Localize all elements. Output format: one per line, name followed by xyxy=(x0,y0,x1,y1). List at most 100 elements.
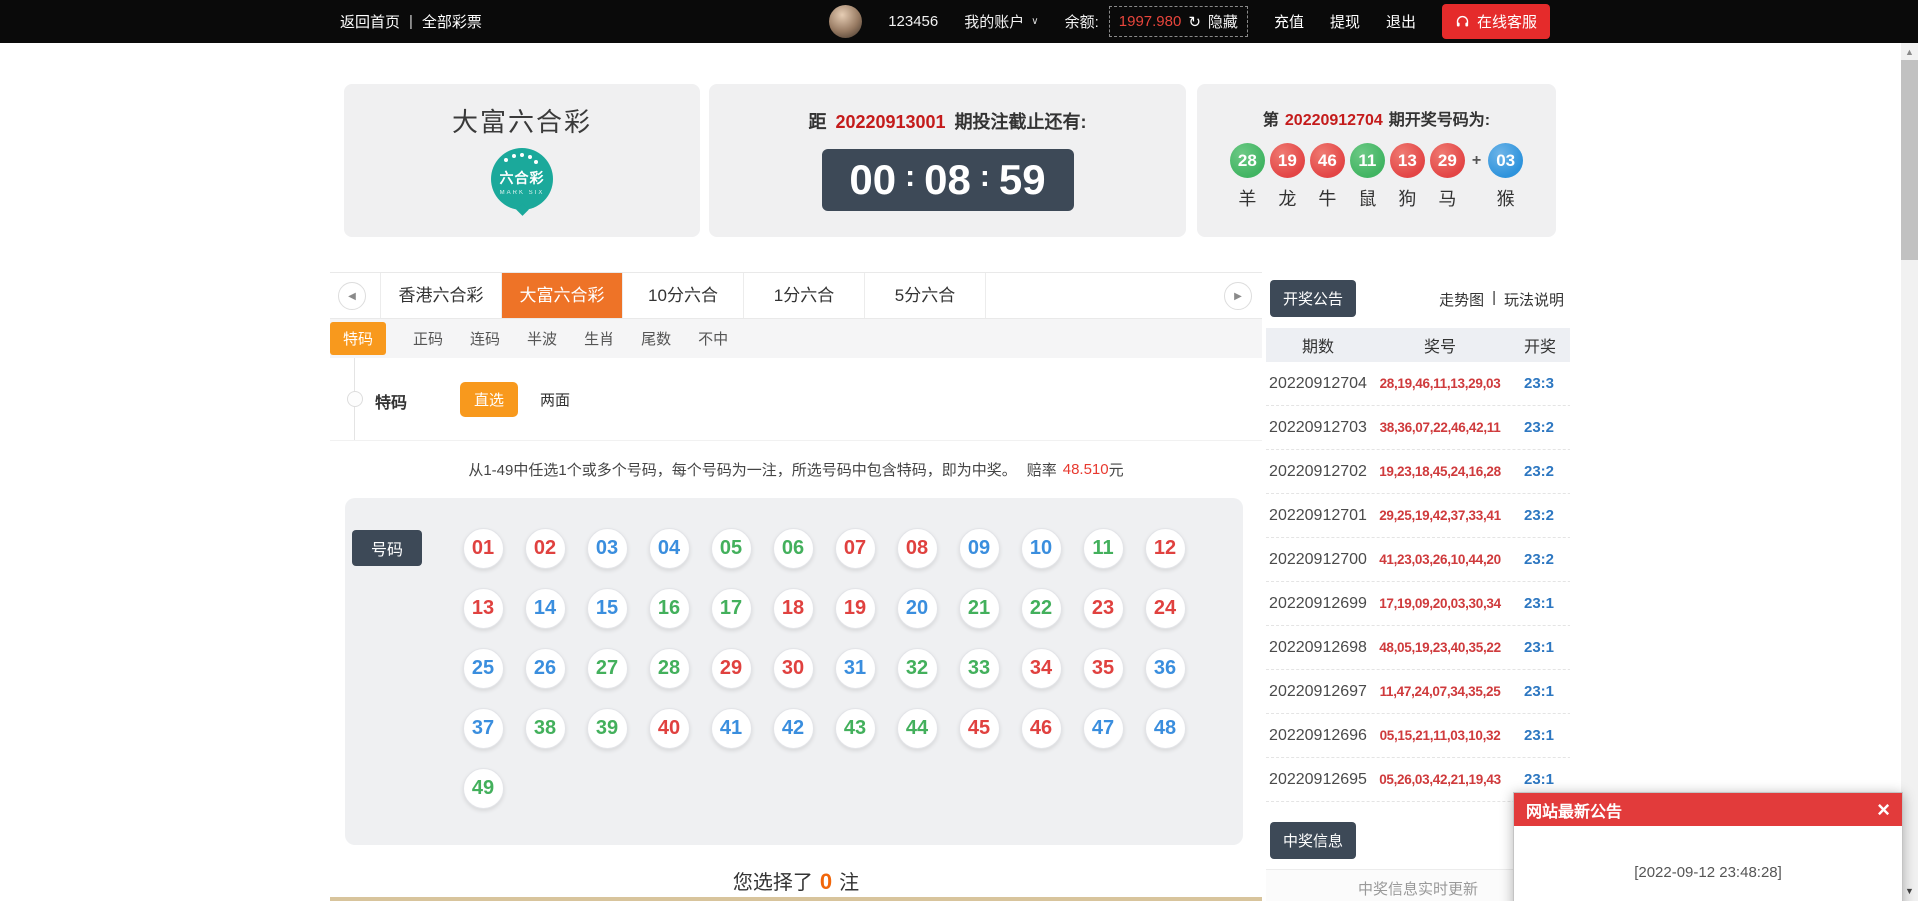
mode-直选[interactable]: 直选 xyxy=(460,382,518,417)
number-ball-16[interactable]: 16 xyxy=(649,588,690,629)
number-ball-40[interactable]: 40 xyxy=(649,708,690,749)
account-menu[interactable]: 我的账户 ∨ xyxy=(964,11,1038,32)
number-cell: 43 xyxy=(824,698,886,758)
win-info-button[interactable]: 中奖信息 xyxy=(1270,822,1356,859)
all-lottery-link[interactable]: 全部彩票 xyxy=(422,11,482,32)
number-cell: 46 xyxy=(1010,698,1072,758)
number-ball-27[interactable]: 27 xyxy=(587,648,628,689)
tab-10分六合[interactable]: 10分六合 xyxy=(623,273,744,318)
number-cell: 24 xyxy=(1134,578,1196,638)
subnav-正码[interactable]: 正码 xyxy=(413,328,443,349)
number-ball-10[interactable]: 10 xyxy=(1021,528,1062,569)
number-cell: 06 xyxy=(762,518,824,578)
number-ball-38[interactable]: 38 xyxy=(525,708,566,749)
number-ball-24[interactable]: 24 xyxy=(1145,588,1186,629)
number-ball-25[interactable]: 25 xyxy=(463,648,504,689)
tabs-scroll-right-button[interactable]: ▶ xyxy=(1224,282,1252,310)
trend-chart-link[interactable]: 走势图 xyxy=(1439,289,1484,310)
subnav-尾数[interactable]: 尾数 xyxy=(641,328,671,349)
special-ball-col: 03猴 xyxy=(1488,143,1523,211)
page-scrollbar[interactable]: ▲ ▼ xyxy=(1901,43,1918,901)
number-ball-14[interactable]: 14 xyxy=(525,588,566,629)
number-ball-20[interactable]: 20 xyxy=(897,588,938,629)
arrow-left-icon: ◀ xyxy=(348,291,356,302)
number-cell: 42 xyxy=(762,698,824,758)
number-panel: 号码 0102030405060708091011121314151617181… xyxy=(345,498,1243,845)
logout-link[interactable]: 退出 xyxy=(1386,11,1416,32)
number-ball-11[interactable]: 11 xyxy=(1083,528,1124,569)
number-ball-04[interactable]: 04 xyxy=(649,528,690,569)
number-ball-07[interactable]: 07 xyxy=(835,528,876,569)
number-ball-29[interactable]: 29 xyxy=(711,648,752,689)
number-ball-34[interactable]: 34 xyxy=(1021,648,1062,689)
number-ball-31[interactable]: 31 xyxy=(835,648,876,689)
tab-1分六合[interactable]: 1分六合 xyxy=(744,273,865,318)
customer-service-button[interactable]: 在线客服 xyxy=(1442,4,1550,39)
number-ball-26[interactable]: 26 xyxy=(525,648,566,689)
subnav-连码[interactable]: 连码 xyxy=(470,328,500,349)
hide-balance-button[interactable]: 隐藏 xyxy=(1208,11,1238,32)
withdraw-link[interactable]: 提现 xyxy=(1330,11,1360,32)
number-ball-46[interactable]: 46 xyxy=(1021,708,1062,749)
tab-大富六合彩[interactable]: 大富六合彩 xyxy=(502,273,623,318)
number-ball-39[interactable]: 39 xyxy=(587,708,628,749)
subnav-不中[interactable]: 不中 xyxy=(698,328,728,349)
number-ball-37[interactable]: 37 xyxy=(463,708,504,749)
number-ball-09[interactable]: 09 xyxy=(959,528,1000,569)
number-ball-48[interactable]: 48 xyxy=(1145,708,1186,749)
number-cell: 37 xyxy=(452,698,514,758)
number-ball-19[interactable]: 19 xyxy=(835,588,876,629)
number-ball-21[interactable]: 21 xyxy=(959,588,1000,629)
number-ball-06[interactable]: 06 xyxy=(773,528,814,569)
lotto-ball-28: 28 xyxy=(1230,143,1265,178)
number-ball-32[interactable]: 32 xyxy=(897,648,938,689)
number-ball-12[interactable]: 12 xyxy=(1145,528,1186,569)
number-ball-47[interactable]: 47 xyxy=(1083,708,1124,749)
number-ball-45[interactable]: 45 xyxy=(959,708,1000,749)
tabs-scroll-left-button[interactable]: ◀ xyxy=(338,282,366,310)
tab-香港六合彩[interactable]: 香港六合彩 xyxy=(380,273,502,318)
number-ball-23[interactable]: 23 xyxy=(1083,588,1124,629)
play-radio[interactable] xyxy=(347,391,363,407)
timer-seconds: 59 xyxy=(999,156,1046,204)
number-ball-42[interactable]: 42 xyxy=(773,708,814,749)
close-icon[interactable]: × xyxy=(1877,799,1890,821)
scroll-up-icon[interactable]: ▲ xyxy=(1901,43,1918,60)
scroll-down-icon[interactable]: ▼ xyxy=(1901,882,1918,899)
number-ball-44[interactable]: 44 xyxy=(897,708,938,749)
timer-minutes: 08 xyxy=(924,156,971,204)
result-ball-col: 19龙 xyxy=(1270,143,1305,211)
number-ball-22[interactable]: 22 xyxy=(1021,588,1062,629)
number-ball-36[interactable]: 36 xyxy=(1145,648,1186,689)
row-numbers: 17,19,09,20,03,30,34 xyxy=(1370,596,1510,611)
number-ball-33[interactable]: 33 xyxy=(959,648,1000,689)
subnav-生肖[interactable]: 生肖 xyxy=(584,328,614,349)
refresh-icon[interactable]: ↻ xyxy=(1188,13,1201,31)
number-ball-01[interactable]: 01 xyxy=(463,528,504,569)
play-rules-link[interactable]: 玩法说明 xyxy=(1504,289,1564,310)
tab-5分六合[interactable]: 5分六合 xyxy=(865,273,986,318)
subnav-半波[interactable]: 半波 xyxy=(527,328,557,349)
home-link[interactable]: 返回首页 xyxy=(340,11,400,32)
user-avatar[interactable] xyxy=(829,5,862,38)
number-ball-05[interactable]: 05 xyxy=(711,528,752,569)
number-ball-35[interactable]: 35 xyxy=(1083,648,1124,689)
number-ball-28[interactable]: 28 xyxy=(649,648,690,689)
number-ball-43[interactable]: 43 xyxy=(835,708,876,749)
number-ball-18[interactable]: 18 xyxy=(773,588,814,629)
recharge-link[interactable]: 充值 xyxy=(1274,11,1304,32)
number-ball-17[interactable]: 17 xyxy=(711,588,752,629)
scrollbar-thumb[interactable] xyxy=(1901,60,1918,260)
number-ball-08[interactable]: 08 xyxy=(897,528,938,569)
draw-announcement-button[interactable]: 开奖公告 xyxy=(1270,280,1356,317)
number-cell: 48 xyxy=(1134,698,1196,758)
number-ball-30[interactable]: 30 xyxy=(773,648,814,689)
number-ball-03[interactable]: 03 xyxy=(587,528,628,569)
number-ball-13[interactable]: 13 xyxy=(463,588,504,629)
number-ball-15[interactable]: 15 xyxy=(587,588,628,629)
number-ball-02[interactable]: 02 xyxy=(525,528,566,569)
subnav-特码[interactable]: 特码 xyxy=(330,322,386,355)
number-ball-41[interactable]: 41 xyxy=(711,708,752,749)
mode-两面[interactable]: 两面 xyxy=(540,389,570,410)
number-ball-49[interactable]: 49 xyxy=(463,768,504,809)
